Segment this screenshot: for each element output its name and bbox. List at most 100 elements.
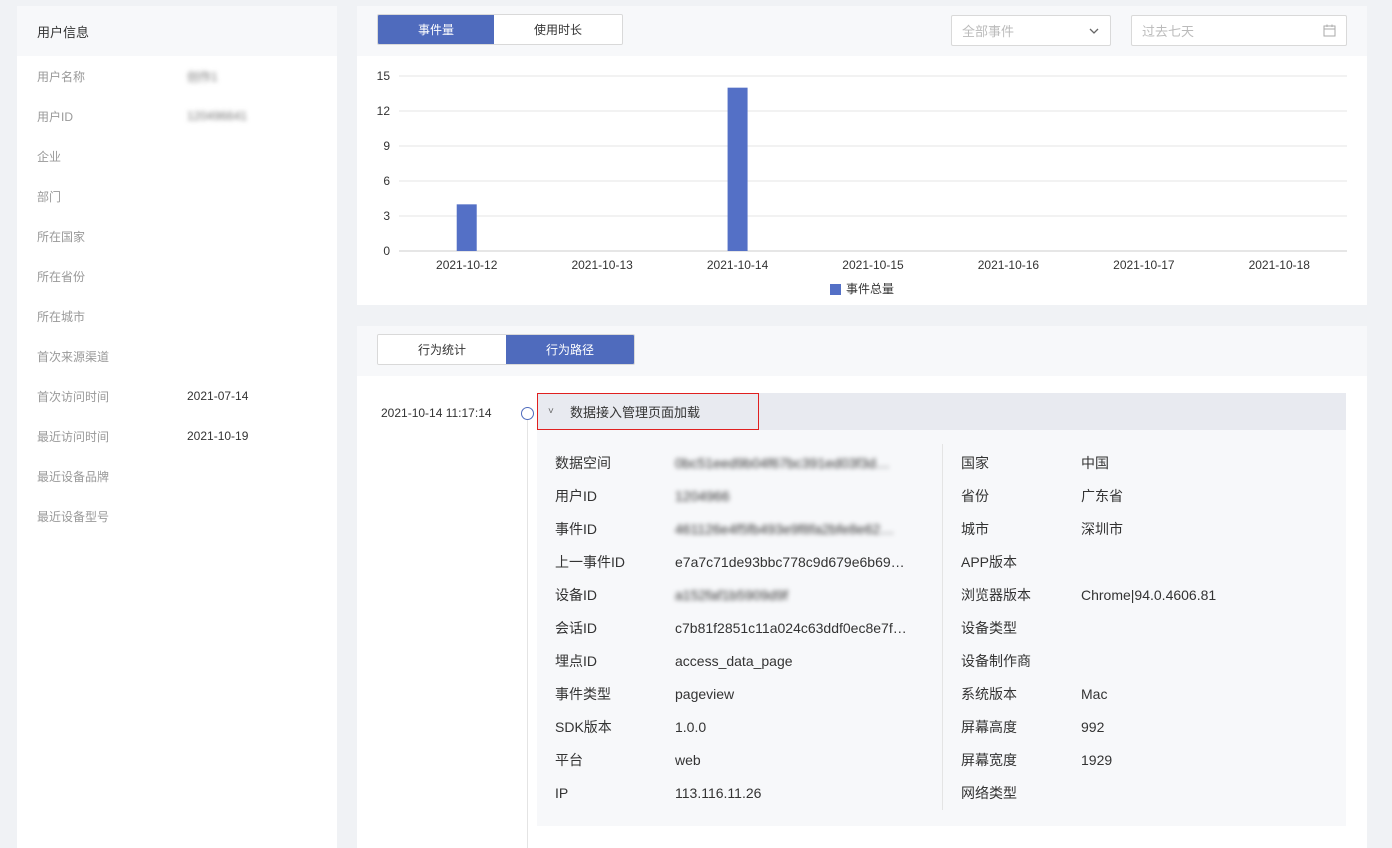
event-field-left: 会话ID c7b81f2851c11a024c63ddf0ec8e7f… — [555, 618, 907, 638]
y-tick-label: 0 — [383, 244, 390, 258]
event-field-value: 992 — [1081, 719, 1105, 735]
user-info-row: 最近访问时间 2021-10-19 — [37, 426, 248, 446]
y-tick-label: 3 — [383, 209, 390, 223]
user-info-label: 用户ID — [37, 109, 74, 124]
user-info-row: 最近设备品牌 — [37, 466, 187, 486]
event-field-left: IP 113.116.11.26 — [555, 783, 761, 803]
event-collapse-header[interactable]: ˅ 数据接入管理页面加载 — [537, 393, 1346, 430]
event-field-right: 设备类型 — [961, 618, 1017, 638]
date-range-value: 过去七天 — [1142, 24, 1195, 39]
chart-toolbar: 事件量 使用时长 全部事件 过去七天 — [357, 6, 1367, 56]
bar-2021-10-12 — [456, 204, 477, 251]
column-divider — [942, 444, 943, 810]
tab-behavior-stats[interactable]: 行为统计 — [378, 335, 506, 364]
event-field-label: 用户ID — [555, 488, 597, 504]
event-field-label: 城市 — [961, 521, 989, 537]
event-field-right: 设备制作商 — [961, 651, 1031, 671]
event-field-label: IP — [555, 785, 569, 801]
x-tick-label: 2021-10-18 — [1249, 258, 1311, 272]
legend-swatch — [830, 284, 841, 295]
event-field-label: 设备制作商 — [961, 653, 1031, 669]
user-info-label: 所在国家 — [37, 229, 86, 244]
event-field-left: 埋点ID access_data_page — [555, 651, 793, 671]
event-field-value: 1204966 — [675, 488, 730, 504]
event-field-label: 事件类型 — [555, 686, 611, 702]
event-field-value: c7b81f2851c11a024c63ddf0ec8e7f… — [675, 620, 907, 636]
user-info-title: 用户信息 — [17, 6, 337, 56]
y-tick-label: 6 — [383, 174, 390, 188]
user-info-value: 创作1 — [187, 69, 218, 84]
event-field-value: a152faf1b5909d9f — [675, 587, 788, 603]
event-field-label: 省份 — [961, 488, 989, 504]
x-tick-label: 2021-10-16 — [978, 258, 1040, 272]
user-info-row: 所在省份 — [37, 266, 187, 286]
user-info-row: 企业 — [37, 146, 187, 166]
event-title: 数据接入管理页面加载 — [570, 405, 701, 420]
behavior-tab-group: 行为统计 行为路径 — [377, 334, 635, 365]
user-info-row: 所在国家 — [37, 226, 187, 246]
behavior-toolbar: 行为统计 行为路径 — [357, 326, 1367, 376]
bar-2021-10-14 — [727, 87, 748, 252]
event-field-label: 屏幕宽度 — [961, 752, 1017, 768]
event-field-left: 设备ID a152faf1b5909d9f — [555, 585, 788, 605]
event-field-value: pageview — [675, 686, 735, 702]
event-field-value: 广东省 — [1081, 488, 1123, 504]
event-field-right: 国家 中国 — [961, 453, 1109, 473]
event-field-right: 屏幕高度 992 — [961, 717, 1104, 737]
event-field-value: access_data_page — [675, 653, 793, 669]
user-info-label: 最近设备品牌 — [37, 469, 110, 484]
user-info-label: 最近访问时间 — [37, 429, 110, 444]
event-chart-panel: 事件量 使用时长 全部事件 过去七天 0 3 6 9 12 15 2021-10-12 202… — [357, 6, 1367, 305]
user-info-row: 部门 — [37, 186, 187, 206]
event-field-label: 埋点ID — [555, 653, 597, 669]
chevron-down-icon — [1089, 28, 1099, 34]
user-info-row: 用户名称 创作1 — [37, 66, 218, 86]
user-info-row: 首次访问时间 2021-07-14 — [37, 386, 248, 406]
event-filter-select[interactable]: 全部事件 — [951, 15, 1111, 46]
event-field-label: 平台 — [555, 752, 583, 768]
event-field-left: 事件类型 pageview — [555, 684, 734, 704]
user-info-label: 首次访问时间 — [37, 389, 110, 404]
chevron-down-icon[interactable]: ˅ — [548, 406, 570, 417]
event-field-label: 事件ID — [555, 521, 597, 537]
user-info-label: 首次来源渠道 — [37, 349, 110, 364]
event-field-left: 上一事件ID e7a7c71de93bbc778c9d679e6b69… — [555, 552, 905, 572]
user-info-label: 最近设备型号 — [37, 509, 110, 524]
event-field-label: 上一事件ID — [555, 554, 625, 570]
timeline-line — [527, 420, 528, 848]
event-field-left: 平台 web — [555, 750, 701, 770]
event-filter-value: 全部事件 — [962, 24, 1015, 39]
metric-tab-group: 事件量 使用时长 — [377, 14, 623, 45]
date-range-picker[interactable]: 过去七天 — [1131, 15, 1347, 46]
x-tick-label: 2021-10-12 — [436, 258, 498, 272]
user-info-row: 首次来源渠道 — [37, 346, 187, 366]
event-field-label: SDK版本 — [555, 719, 612, 735]
event-field-value: e7a7c71de93bbc778c9d679e6b69… — [675, 554, 905, 570]
timeline-node-icon — [521, 407, 534, 420]
user-info-value: 120496641 — [187, 109, 248, 123]
event-field-label: 网络类型 — [961, 785, 1017, 801]
x-tick-label: 2021-10-15 — [842, 258, 904, 272]
user-info-row: 最近设备型号 — [37, 506, 187, 526]
user-info-value: 2021-07-14 — [187, 389, 249, 403]
event-field-value: 中国 — [1081, 455, 1109, 471]
event-field-label: 设备ID — [555, 587, 597, 603]
user-info-value: 2021-10-19 — [187, 429, 249, 443]
tab-behavior-path[interactable]: 行为路径 — [506, 335, 634, 364]
y-tick-label: 15 — [377, 69, 391, 83]
x-tick-label: 2021-10-17 — [1113, 258, 1175, 272]
tab-event-count[interactable]: 事件量 — [378, 15, 494, 44]
event-field-right: 网络类型 — [961, 783, 1017, 803]
event-field-left: SDK版本 1.0.0 — [555, 717, 706, 737]
event-field-left: 用户ID 1204966 — [555, 486, 730, 506]
user-info-row: 所在城市 — [37, 306, 187, 326]
x-tick-label: 2021-10-14 — [707, 258, 769, 272]
calendar-icon — [1323, 24, 1336, 37]
event-detail-body: 数据空间 0bc51eed9b04f67bc391ed03f3d… 用户ID 1204… — [537, 430, 1346, 826]
event-field-right: 城市 深圳市 — [961, 519, 1123, 539]
event-title-box[interactable]: ˅ 数据接入管理页面加载 — [537, 393, 759, 430]
user-info-row: 用户ID 120496641 — [37, 106, 247, 126]
event-field-label: 浏览器版本 — [961, 587, 1031, 603]
tab-usage-duration[interactable]: 使用时长 — [494, 15, 622, 44]
event-field-value: 113.116.11.26 — [675, 785, 762, 801]
